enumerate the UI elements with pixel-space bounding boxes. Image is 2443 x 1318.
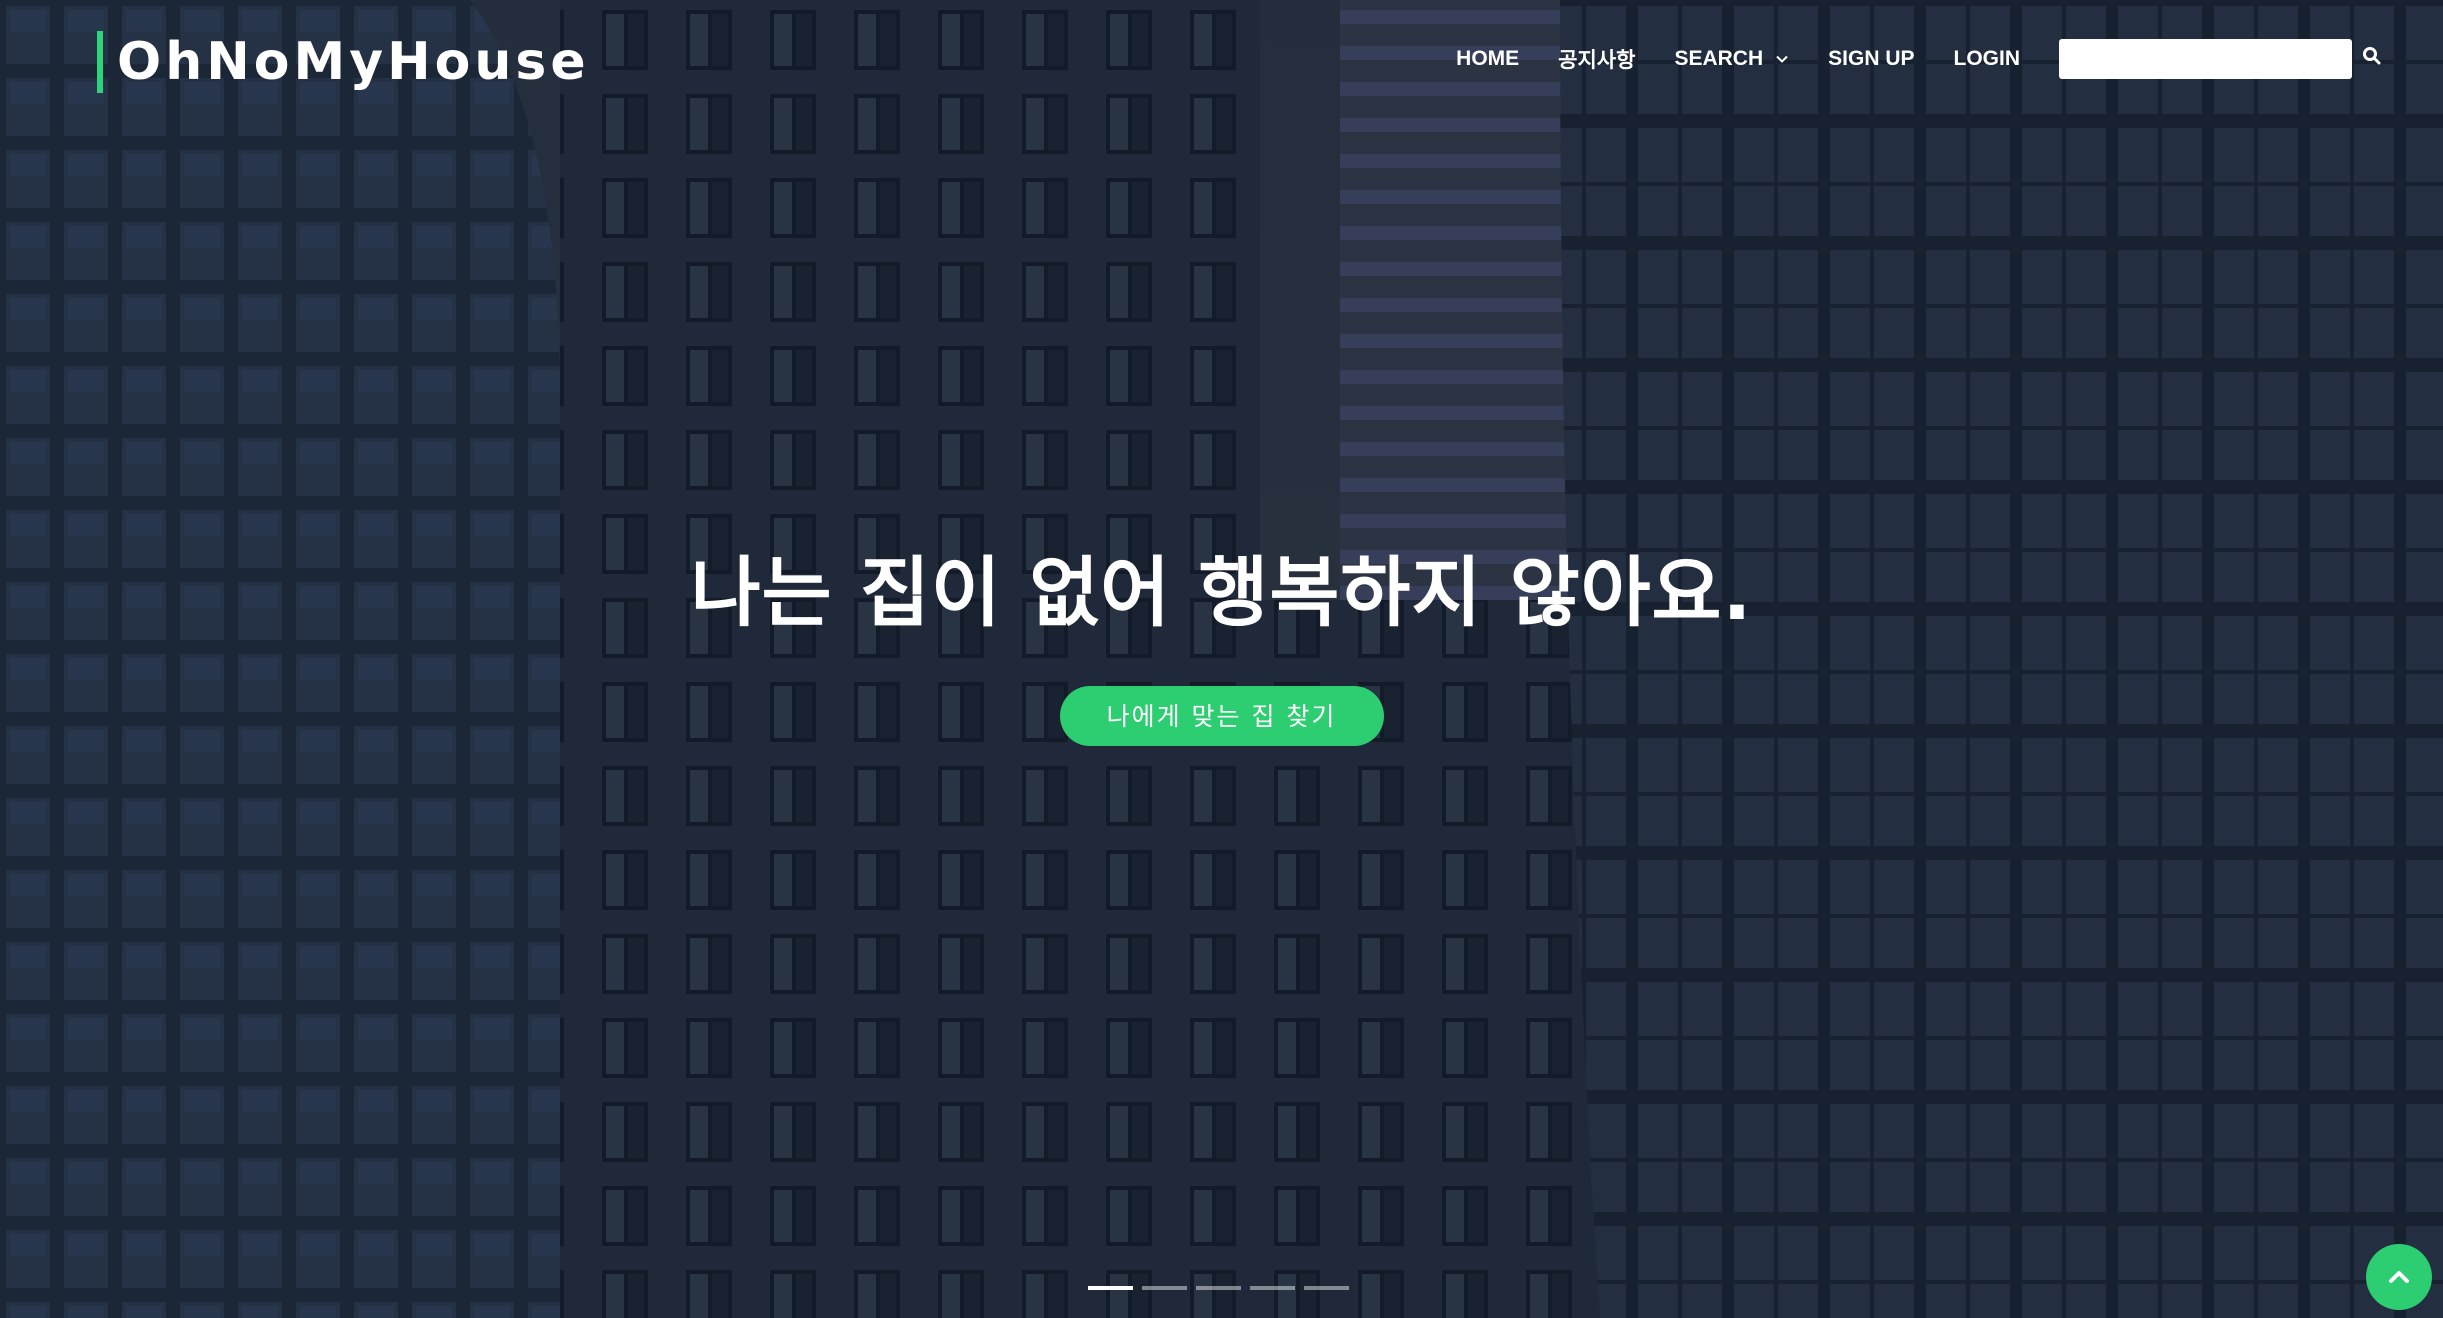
nav-item-notice[interactable]: 공지사항 — [1558, 44, 1635, 74]
hero-section: OhNoMyHouse HOME 공지사항 SEARCH SIGN UP LOG… — [0, 0, 2443, 1318]
carousel-indicator-5[interactable] — [1304, 1286, 1349, 1290]
nav-item-label: LOGIN — [1953, 47, 2021, 70]
site-header: OhNoMyHouse HOME 공지사항 SEARCH SIGN UP LOG… — [0, 0, 2443, 118]
nav-item-search-dropdown[interactable]: SEARCH — [1674, 47, 1789, 71]
nav-item-sign-up[interactable]: SIGN UP — [1828, 47, 1914, 71]
nav-item-label: SIGN UP — [1828, 47, 1915, 70]
nav-item-label: SEARCH — [1674, 47, 1764, 70]
hero-title: 나는 집이 없어 행복하지 않아요. — [690, 548, 1753, 637]
brand-logo[interactable]: OhNoMyHouse — [97, 30, 590, 94]
main-nav: HOME 공지사항 SEARCH SIGN UP LOGIN — [1456, 36, 2443, 82]
nav-item-label: HOME — [1456, 47, 1520, 70]
carousel-indicator-4[interactable] — [1250, 1286, 1295, 1290]
carousel-indicators — [1088, 1286, 1358, 1290]
back-to-top-button[interactable] — [2366, 1244, 2432, 1310]
search-input[interactable] — [2059, 39, 2352, 79]
nav-item-home[interactable]: HOME — [1456, 47, 1519, 71]
hero-content: 나는 집이 없어 행복하지 않아요. 나에게 맞는 집 찾기 — [0, 545, 2443, 746]
carousel-indicator-2[interactable] — [1142, 1286, 1187, 1290]
nav-item-login[interactable]: LOGIN — [1954, 47, 2021, 71]
chevron-down-icon — [1776, 55, 1788, 63]
brand-name: OhNoMyHouse — [117, 32, 590, 92]
carousel-indicator-1[interactable] — [1088, 1286, 1133, 1290]
carousel-indicator-3[interactable] — [1196, 1286, 1241, 1290]
find-house-button[interactable]: 나에게 맞는 집 찾기 — [1059, 686, 1384, 746]
chevron-up-icon — [2389, 1271, 2409, 1283]
search-icon[interactable] — [2362, 46, 2382, 66]
brand-accent-bar — [97, 31, 103, 93]
nav-item-label: 공지사항 — [1558, 49, 1636, 72]
